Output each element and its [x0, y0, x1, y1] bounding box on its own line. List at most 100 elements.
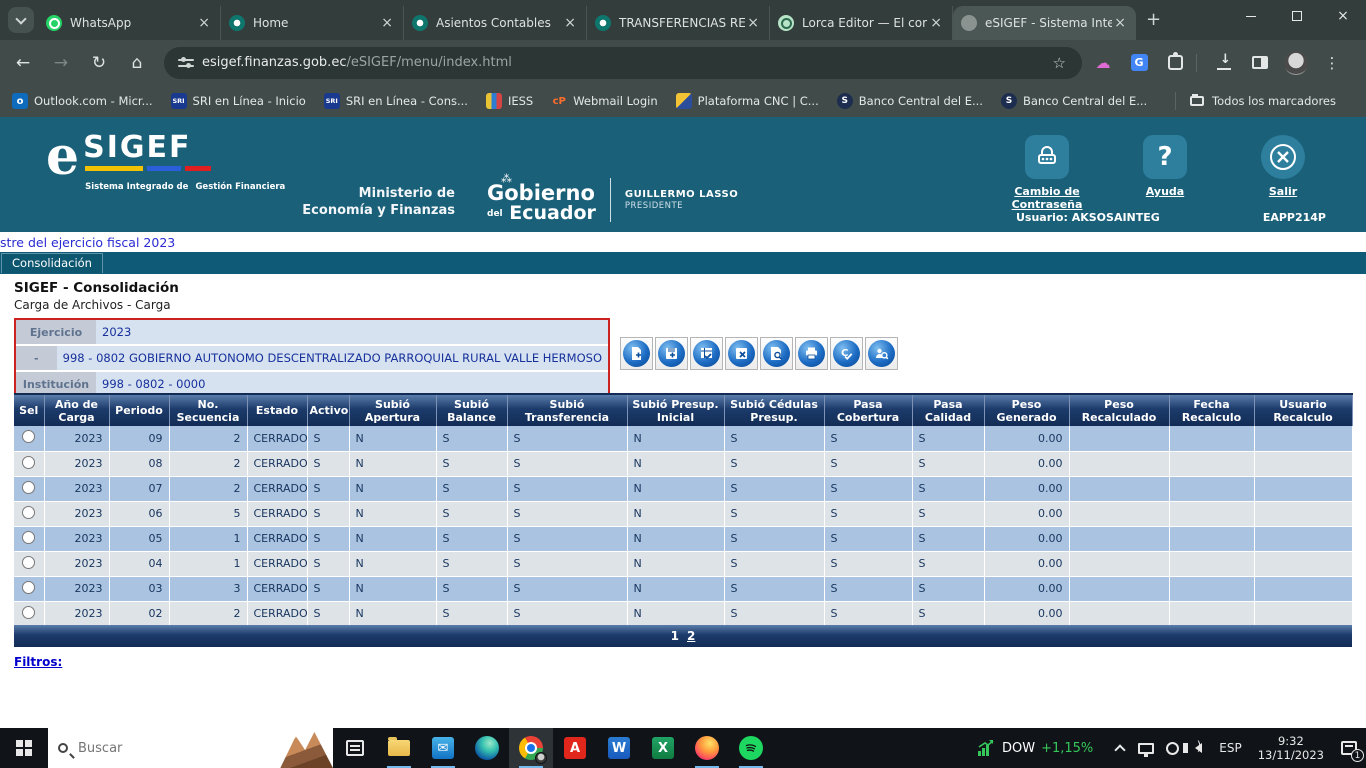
audit-search-button[interactable]: [865, 337, 898, 370]
folder-icon: [1190, 96, 1204, 106]
translate-icon[interactable]: G: [1124, 48, 1154, 78]
logout-button[interactable]: Salir: [1240, 135, 1326, 211]
close-icon[interactable]: ×: [379, 15, 395, 31]
bookmark-bce-2[interactable]: SBanco Central del E...: [1001, 93, 1147, 109]
change-password-button[interactable]: Cambio de Contraseña: [1004, 135, 1090, 211]
minimize-button[interactable]: [1228, 0, 1274, 32]
delete-icon: [728, 340, 755, 367]
table-cell: 0.00: [984, 526, 1069, 551]
side-panel-icon[interactable]: [1245, 48, 1275, 78]
taskbar-search[interactable]: [48, 728, 333, 768]
task-view-button[interactable]: [333, 728, 377, 768]
search-input[interactable]: [78, 741, 248, 756]
bookmark-sri-consultas[interactable]: SRISRI en Línea - Cons...: [324, 93, 468, 109]
profile-avatar[interactable]: [1281, 48, 1311, 78]
table-row: 2023065CERRADOSNSSNSSS0.00: [14, 501, 1352, 526]
row-select-radio[interactable]: [22, 481, 35, 494]
row-select-radio[interactable]: [22, 581, 35, 594]
tray-expand-button[interactable]: [1107, 728, 1133, 768]
table-cell: 1: [169, 526, 247, 551]
mail-button[interactable]: ✉: [421, 728, 465, 768]
row-select-radio[interactable]: [22, 556, 35, 569]
bookmark-bce-1[interactable]: SBanco Central del E...: [837, 93, 983, 109]
row-select-radio[interactable]: [22, 606, 35, 619]
bookmark-star-icon[interactable]: ☆: [1047, 54, 1072, 72]
url-text[interactable]: esigef.finanzas.gob.ec/eSIGEF/menu/index…: [202, 55, 1047, 70]
back-icon[interactable]: ←: [8, 48, 38, 78]
table-cell: CERRADO: [247, 576, 307, 601]
home-icon[interactable]: ⌂: [122, 48, 152, 78]
taskbar-clock[interactable]: 9:32 13/11/2023: [1250, 734, 1332, 762]
validate-form-button[interactable]: [690, 337, 723, 370]
notification-badge: 1: [1351, 749, 1364, 762]
excel-button[interactable]: X: [641, 728, 685, 768]
row-select-radio[interactable]: [22, 531, 35, 544]
menu-consolidacion[interactable]: Consolidación: [1, 253, 103, 273]
language-indicator[interactable]: ESP: [1211, 741, 1249, 755]
tab-lorca[interactable]: Lorca Editor — El cor ×: [770, 6, 953, 40]
page-subtitle: Carga de Archivos - Carga: [14, 298, 171, 312]
start-button[interactable]: [0, 728, 48, 768]
row-select-radio[interactable]: [22, 430, 35, 443]
delete-button[interactable]: [725, 337, 758, 370]
print-button[interactable]: [795, 337, 828, 370]
extensions-puzzle-icon[interactable]: [1160, 48, 1190, 78]
row-select-radio[interactable]: [22, 506, 35, 519]
bookmark-cnc[interactable]: Plataforma CNC | C...: [676, 93, 819, 109]
help-button[interactable]: ? Ayuda: [1122, 135, 1208, 211]
chrome-button[interactable]: [509, 728, 553, 768]
all-bookmarks-button[interactable]: Todos los marcadores: [1190, 94, 1336, 108]
notification-center-button[interactable]: 1: [1332, 728, 1366, 768]
tab-home[interactable]: Home ×: [221, 6, 404, 40]
table-cell: S: [724, 476, 824, 501]
cloud-extension-icon[interactable]: ☁: [1088, 48, 1118, 78]
bookmark-webmail[interactable]: cPWebmail Login: [551, 93, 657, 109]
new-tab-button[interactable]: +: [1146, 9, 1161, 30]
page-1-current[interactable]: 1: [671, 629, 679, 643]
close-icon[interactable]: ×: [928, 15, 944, 31]
edge-button[interactable]: [465, 728, 509, 768]
bookmark-outlook[interactable]: oOutlook.com - Micr...: [12, 93, 153, 109]
save-upload-button[interactable]: [655, 337, 688, 370]
close-icon[interactable]: ×: [562, 15, 578, 31]
assistant-icon[interactable]: [1159, 728, 1185, 768]
tab-esigef-active[interactable]: eSIGEF - Sistema Inte ×: [953, 6, 1136, 40]
firefox-button[interactable]: [685, 728, 729, 768]
stock-widget[interactable]: DOW +1,15%: [976, 738, 1093, 758]
tab-transferencias[interactable]: TRANSFERENCIAS RE ×: [587, 6, 770, 40]
close-icon[interactable]: ×: [196, 15, 212, 31]
table-cell: [1254, 476, 1352, 501]
site-info-icon[interactable]: [178, 55, 194, 71]
table-cell: S: [912, 426, 984, 451]
close-window-button[interactable]: ×: [1320, 0, 1366, 32]
row-select-radio[interactable]: [22, 456, 35, 469]
create-button[interactable]: [620, 337, 653, 370]
browser-menu-icon[interactable]: ⋮: [1317, 48, 1347, 78]
file-explorer-button[interactable]: [377, 728, 421, 768]
close-icon[interactable]: ×: [1112, 15, 1128, 31]
address-bar[interactable]: esigef.finanzas.gob.ec/eSIGEF/menu/index…: [164, 47, 1082, 79]
bookmark-sri-inicio[interactable]: SRISRI en Línea - Inicio: [171, 93, 306, 109]
filters-link[interactable]: Filtros:: [14, 655, 62, 669]
bookmark-iess[interactable]: IESS: [486, 93, 533, 109]
search-highlight-image[interactable]: [271, 728, 333, 768]
preview-search-button[interactable]: [760, 337, 793, 370]
volume-icon[interactable]: [1185, 728, 1211, 768]
tab-whatsapp[interactable]: WhatsApp ×: [38, 6, 221, 40]
tab-asientos[interactable]: Asientos Contables ×: [404, 6, 587, 40]
window-controls: ×: [1228, 0, 1366, 32]
spotify-button[interactable]: [729, 728, 773, 768]
acrobat-button[interactable]: A: [553, 728, 597, 768]
table-cell: 2: [169, 451, 247, 476]
reload-icon[interactable]: ↻: [84, 48, 114, 78]
approve-button[interactable]: C: [830, 337, 863, 370]
close-icon[interactable]: ×: [745, 15, 761, 31]
forward-icon[interactable]: →: [46, 48, 76, 78]
word-button[interactable]: W: [597, 728, 641, 768]
tab-search-button[interactable]: [8, 7, 34, 33]
page-2-link[interactable]: 2: [687, 629, 695, 643]
maximize-button[interactable]: [1274, 0, 1320, 32]
downloads-icon[interactable]: [1209, 48, 1239, 78]
network-icon[interactable]: [1133, 728, 1159, 768]
table-cell: [1069, 576, 1169, 601]
